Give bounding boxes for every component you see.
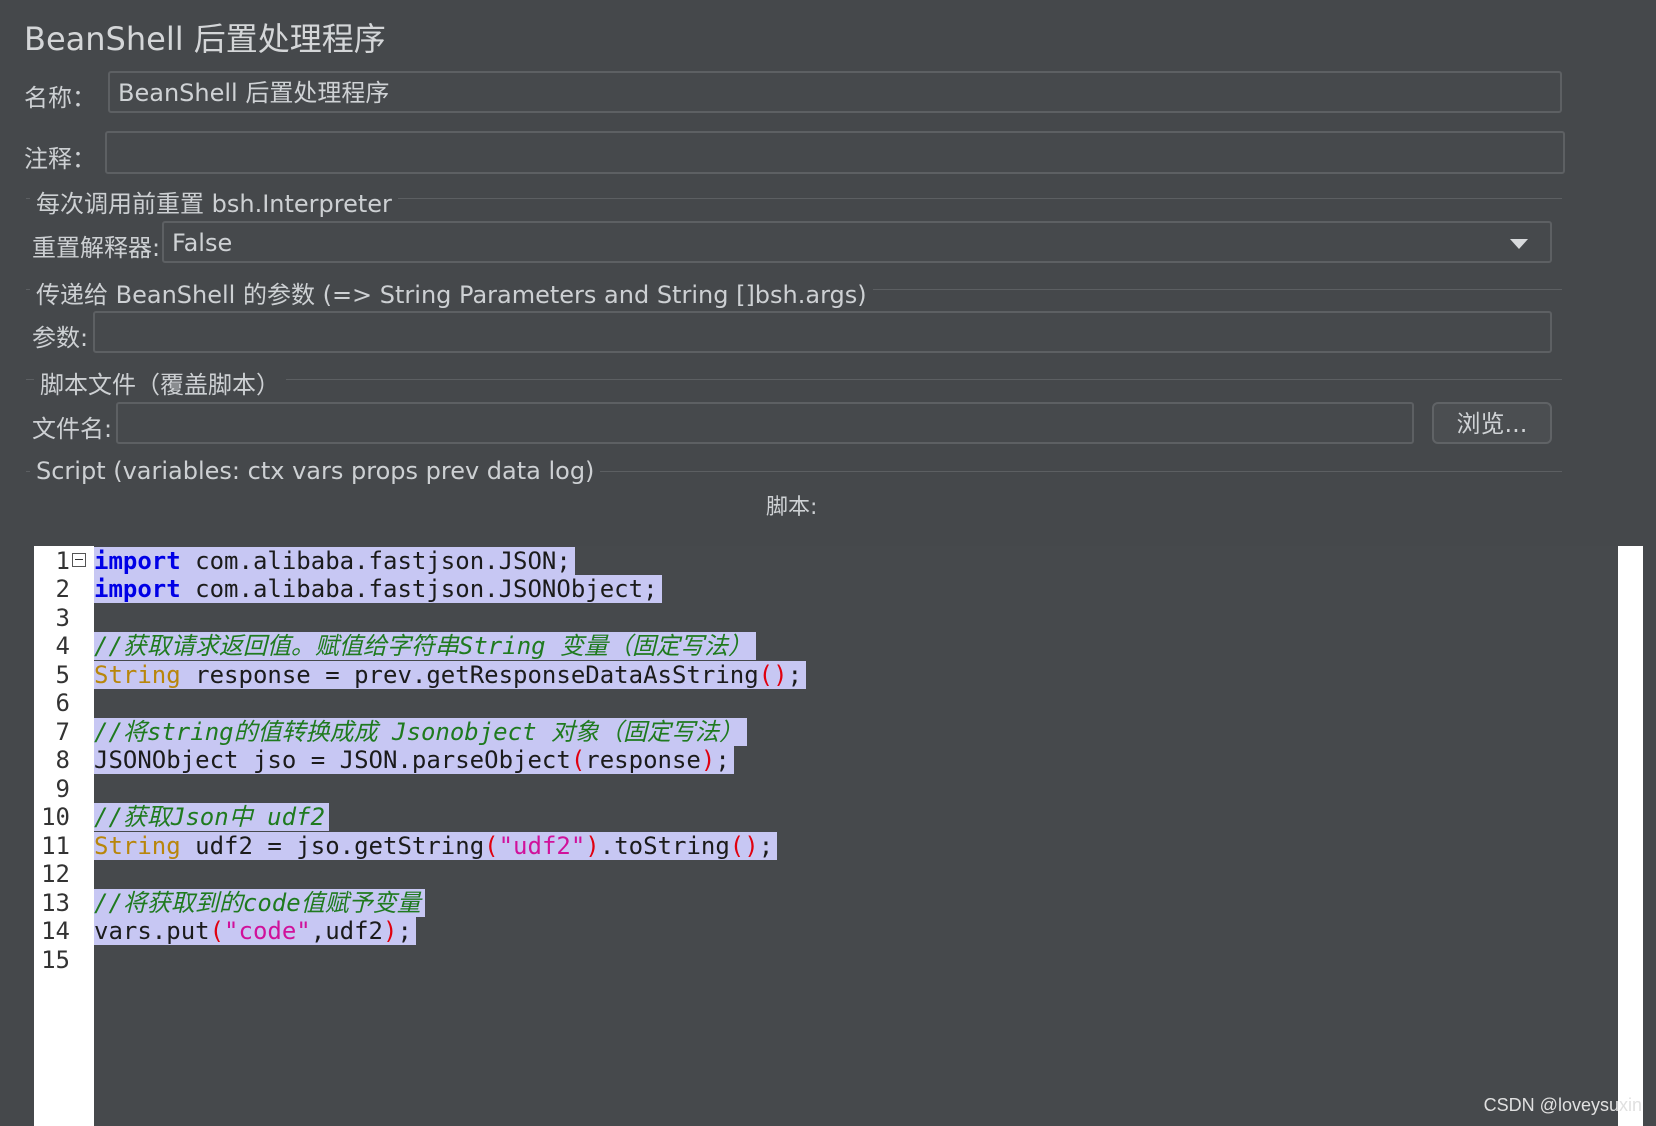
line-number: 7 — [55, 718, 70, 746]
code-line[interactable]: JSONObject jso = JSON.parseObject(respon… — [94, 745, 734, 775]
line-number-gutter: 1 2 3 4 5 6 7 8 9 10 11 12 13 14 15 — [34, 546, 94, 1126]
code-line[interactable]: String response = prev.getResponseDataAs… — [94, 660, 807, 690]
script-label: 脚本: — [766, 495, 818, 520]
line-number: 6 — [55, 689, 70, 717]
reset-interpreter-value: False — [172, 229, 233, 257]
panel-title: BeanShell 后置处理程序 — [24, 20, 386, 58]
chevron-down-icon[interactable] — [1510, 239, 1528, 249]
script-editor[interactable]: 1 2 3 4 5 6 7 8 9 10 11 12 13 14 15 impo… — [34, 546, 1643, 1126]
code-line[interactable]: //获取Json中 udf2 — [94, 802, 329, 832]
file-group-title: 脚本文件（覆盖脚本） — [34, 365, 286, 400]
comment-input[interactable] — [105, 131, 1565, 174]
line-number: 14 — [41, 917, 70, 945]
code-line[interactable]: //将string的值转换成成 Jsonobject 对象（固定写法） — [94, 717, 747, 747]
filename-input[interactable] — [116, 402, 1414, 444]
params-input[interactable] — [93, 311, 1552, 353]
params-group-title: 传递给 BeanShell 的参数 (=> String Parameters … — [30, 275, 873, 310]
line-number: 5 — [55, 661, 70, 689]
line-number: 12 — [41, 860, 70, 888]
code-area[interactable]: import com.alibaba.fastjson.JSON; import … — [94, 546, 1618, 1126]
line-number: 13 — [41, 889, 70, 917]
name-label: 名称： — [24, 84, 96, 112]
line-number: 4 — [55, 632, 70, 660]
fold-collapse-icon[interactable] — [72, 553, 86, 567]
code-line[interactable]: import com.alibaba.fastjson.JSON; — [94, 546, 575, 576]
line-number: 2 — [55, 575, 70, 603]
code-line[interactable]: //获取请求返回值。赋值给字符串String 变量（固定写法） — [94, 631, 757, 661]
line-number: 8 — [55, 746, 70, 774]
code-line[interactable]: import com.alibaba.fastjson.JSONObject; — [94, 574, 662, 604]
editor-scrollbar[interactable] — [1618, 546, 1643, 1126]
browse-button[interactable]: 浏览... — [1432, 402, 1552, 444]
code-line[interactable]: String udf2 = jso.getString("udf2").toSt… — [94, 831, 778, 861]
comment-label: 注释： — [24, 145, 96, 173]
watermark: CSDN @loveysuxin — [1483, 1095, 1642, 1115]
params-label: 参数: — [32, 324, 89, 352]
reset-interpreter-label: 重置解释器: — [32, 234, 161, 262]
line-number: 3 — [55, 604, 70, 632]
line-number: 10 — [41, 803, 70, 831]
name-input[interactable]: BeanShell 后置处理程序 — [108, 71, 1562, 113]
line-number: 11 — [41, 832, 70, 860]
filename-label: 文件名: — [32, 415, 113, 443]
reset-group-title: 每次调用前重置 bsh.Interpreter — [30, 184, 398, 219]
line-number: 15 — [41, 946, 70, 974]
line-number: 9 — [55, 775, 70, 803]
code-line[interactable]: //将获取到的code值赋予变量 — [94, 888, 425, 918]
line-number: 1 — [55, 547, 70, 575]
code-line[interactable]: vars.put("code",udf2); — [94, 916, 416, 946]
reset-interpreter-select[interactable]: False — [162, 221, 1552, 263]
script-group-title: Script (variables: ctx vars props prev d… — [30, 457, 601, 485]
